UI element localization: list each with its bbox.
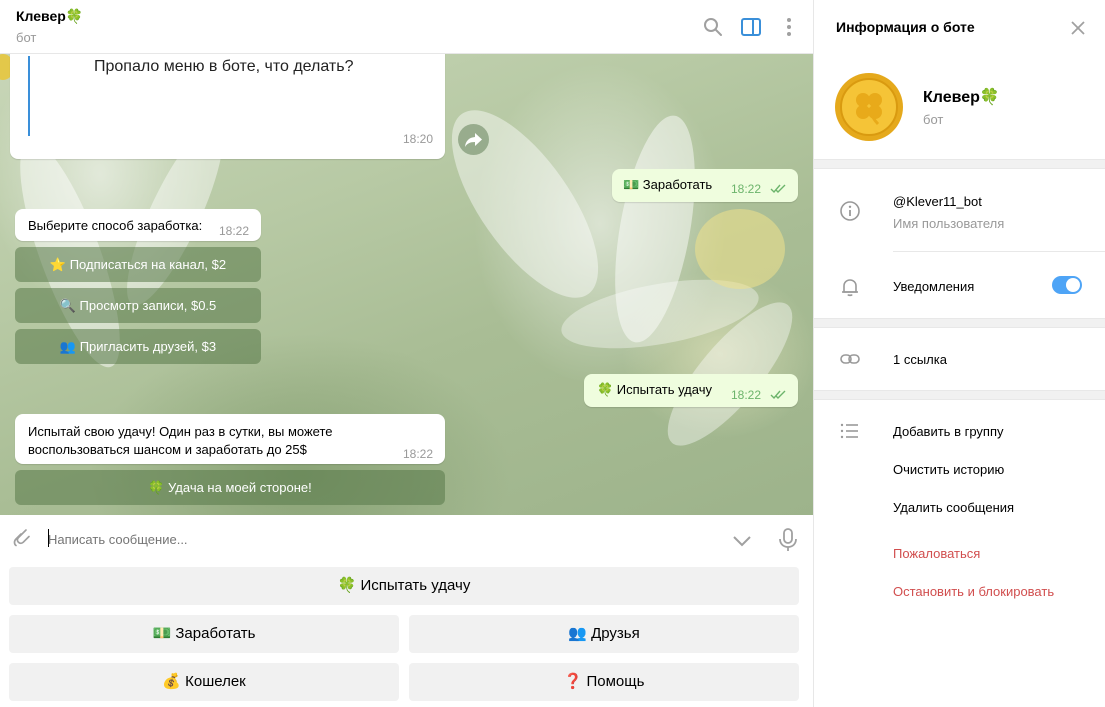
message-bubble[interactable]: Пропало меню в боте, что делать? 18:20 [10,54,445,159]
report-action[interactable]: Пожаловаться [893,546,980,561]
microphone-icon[interactable] [777,527,799,553]
inline-button-subscribe[interactable]: ⭐ Подписаться на канал, $2 [15,247,261,282]
section-divider [814,159,1105,169]
message-bubble[interactable]: 💵 Заработать 18:22 [612,169,798,202]
message-text-line: воспользоваться шансом и заработать до 2… [28,442,307,457]
notifications-toggle[interactable] [1052,276,1082,294]
section-divider [814,390,1105,400]
message-time: 18:22 [219,224,250,238]
inline-button-luck[interactable]: 🍀 Удача на моей стороне! [15,470,445,505]
message-input[interactable] [48,528,708,550]
toggle-knob [1066,278,1080,292]
message-bubble[interactable]: 🍀 Испытать удачу 18:22 [584,374,798,407]
message-bubble[interactable]: Выберите способ заработка: 18:22 [15,209,261,241]
clear-history-action[interactable]: Очистить историю [893,462,1004,477]
keyboard-button-friends[interactable]: 👥 Друзья [409,615,799,653]
message-text: 🍀 Испытать удачу [597,382,712,397]
message-time: 18:20 [403,132,434,146]
list-icon [840,423,858,439]
links-count[interactable]: 1 ссылка [893,352,947,367]
bot-info-panel: Информация о боте Клевер🍀 бот @Klever11_… [813,0,1105,707]
text-caret [48,529,49,547]
info-icon [840,201,860,221]
bot-subtitle: бот [923,112,944,127]
row-divider [893,251,1105,252]
message-time: 18:22 [731,182,762,196]
message-time: 18:22 [403,447,434,461]
notifications-label: Уведомления [893,279,975,294]
read-ticks-icon [770,390,786,400]
attach-icon[interactable] [10,527,34,551]
keyboard-button-wallet[interactable]: 💰 Кошелек [9,663,399,701]
bot-username[interactable]: @Klever11_bot [893,194,982,209]
section-divider [814,318,1105,328]
read-ticks-icon [770,184,786,194]
bot-name: Клевер🍀 [923,89,1000,106]
add-to-group-action[interactable]: Добавить в группу [893,424,1004,439]
message-text: Пропало меню в боте, что делать? [94,58,354,75]
chat-title[interactable]: Клевер🍀 [16,8,83,25]
inline-button-invite-friends[interactable]: 👥 Пригласить друзей, $3 [15,329,261,364]
keyboard-button-earn[interactable]: 💵 Заработать [9,615,399,653]
message-text: Выберите способ заработка: [28,218,203,233]
keyboard-button-try-luck[interactable]: 🍀 Испытать удачу [9,567,799,605]
share-button[interactable] [458,124,489,155]
inline-button-view-post[interactable]: 🔍 Просмотр записи, $0.5 [15,288,261,323]
link-icon [840,354,860,364]
message-bubble[interactable]: Испытай свою удачу! Один раз в сутки, вы… [15,414,445,464]
chevron-down-icon[interactable] [730,529,754,553]
message-input-row [0,515,813,563]
message-time: 18:22 [731,388,762,402]
reply-keyboard: 🍀 Испытать удачу 💵 Заработать 👥 Друзья 💰… [0,563,813,707]
chat-header: Клевер🍀 бот [0,0,813,54]
chat-background: Пропало меню в боте, что делать? 18:20 💵… [0,54,813,515]
chat-subtitle: бот [16,30,37,45]
panel-title: Информация о боте [836,19,975,35]
share-icon [465,133,482,147]
message-text: 💵 Заработать [623,177,713,192]
chat-area: Клевер🍀 бот Пропало меню в боте, что дел… [0,0,813,707]
message-text-line: Испытай свою удачу! Один раз в сутки, вы… [28,424,333,439]
more-vertical-icon[interactable] [777,15,801,39]
username-label: Имя пользователя [893,216,1005,231]
close-icon[interactable] [1068,18,1088,38]
keyboard-button-help[interactable]: ❓ Помощь [409,663,799,701]
bell-icon [842,279,858,297]
avatar[interactable] [834,72,904,142]
delete-messages-action[interactable]: Удалить сообщения [893,500,1014,515]
message-text: Испытай свою удачу! Один раз в сутки, вы… [28,423,333,459]
stop-and-block-action[interactable]: Остановить и блокировать [893,584,1054,599]
search-icon[interactable] [701,15,725,39]
sidebar-toggle-icon[interactable] [739,15,763,39]
quote-bar [28,56,30,136]
